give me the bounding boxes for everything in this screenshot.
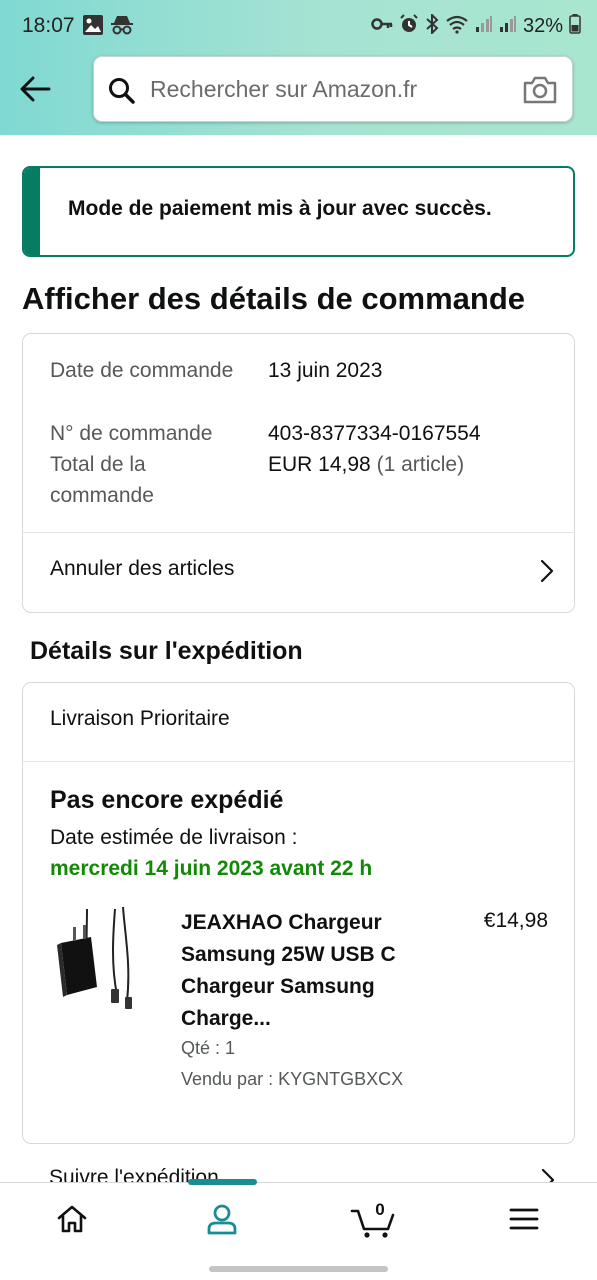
order-date-label: Date de commande [50,359,234,382]
wifi-icon [445,14,469,39]
shipping-method: Livraison Prioritaire [50,707,230,730]
cart-icon: 0 [350,1200,396,1239]
cancel-items-label: Annuler des articles [50,557,235,580]
chevron-right-icon [541,1168,555,1182]
product-price: €14,98 [483,909,548,932]
order-summary-card: Date de commande 13 juin 2023 N° de comm… [22,333,575,613]
order-date-value: 13 juin 2023 [268,359,383,382]
home-icon [56,1204,88,1239]
bottom-navigation: 0 [0,1179,597,1280]
chevron-right-icon [540,559,554,588]
status-time: 18:07 [22,14,75,37]
page-title: Afficher des détails de commande [22,281,526,316]
nav-cart[interactable]: 0 [343,1200,403,1241]
order-number-label: N° de commande [50,422,213,445]
key-icon [371,16,393,37]
back-arrow-icon [19,76,51,107]
delivery-estimate-date: mercredi 14 juin 2023 avant 22 h [50,857,373,880]
cancel-items-link[interactable]: Annuler des articles [23,533,574,613]
shipping-section-title: Détails sur l'expédition [30,637,303,665]
signal-icon [475,15,493,38]
search-bar[interactable] [93,56,573,122]
success-alert: Mode de paiement mis à jour avec succès. [22,166,575,257]
divider [23,761,574,762]
alarm-icon [399,14,419,39]
product-quantity: Qté : 1 [181,1038,236,1058]
main-content: Mode de paiement mis à jour avec succès.… [0,135,597,1182]
alert-accent-bar [24,168,40,255]
status-right-icons: 32% [371,12,581,39]
order-item-count: (1 article) [376,453,465,476]
order-total-value: EUR 14,98 (1 article) [268,449,464,480]
order-total-label: Total de la commande [50,453,154,507]
search-input[interactable] [150,71,510,107]
signal-icon [499,15,517,38]
app-header [0,52,597,135]
shipment-card: Livraison Prioritaire Pas encore expédié… [22,682,575,1144]
battery-icon [569,14,581,39]
nav-account[interactable] [192,1201,252,1241]
order-total-amount: EUR 14,98 [268,453,371,476]
nav-home[interactable] [42,1201,102,1241]
product-title[interactable]: JEAXHAO Chargeur Samsung 25W USB C Charg… [181,907,451,1035]
incognito-icon [110,14,134,41]
search-icon [108,77,136,110]
delivery-estimate-label: Date estimée de livraison : [50,826,298,849]
gesture-bar [209,1266,388,1272]
bluetooth-icon [425,12,439,39]
menu-icon [508,1206,540,1237]
camera-icon[interactable] [522,75,558,110]
battery-percentage: 32% [522,15,563,37]
nav-menu[interactable] [494,1201,554,1241]
product-image[interactable] [53,905,145,1013]
status-bar: 18:07 32% [0,0,597,52]
account-icon [206,1203,238,1240]
shipment-status: Pas encore expédié [50,786,284,814]
back-button[interactable] [16,72,54,110]
order-number-value: 403-8377334-0167554 [268,422,481,445]
product-seller: Vendu par : KYGNTGBXCX [181,1069,404,1089]
gallery-icon [82,14,104,41]
track-shipment-link[interactable]: Suivre l'expédition [22,1144,575,1182]
alert-message: Mode de paiement mis à jour avec succès. [68,197,492,220]
cart-count-badge: 0 [375,1200,385,1219]
status-left-icons [82,14,134,41]
active-tab-indicator [188,1179,257,1185]
